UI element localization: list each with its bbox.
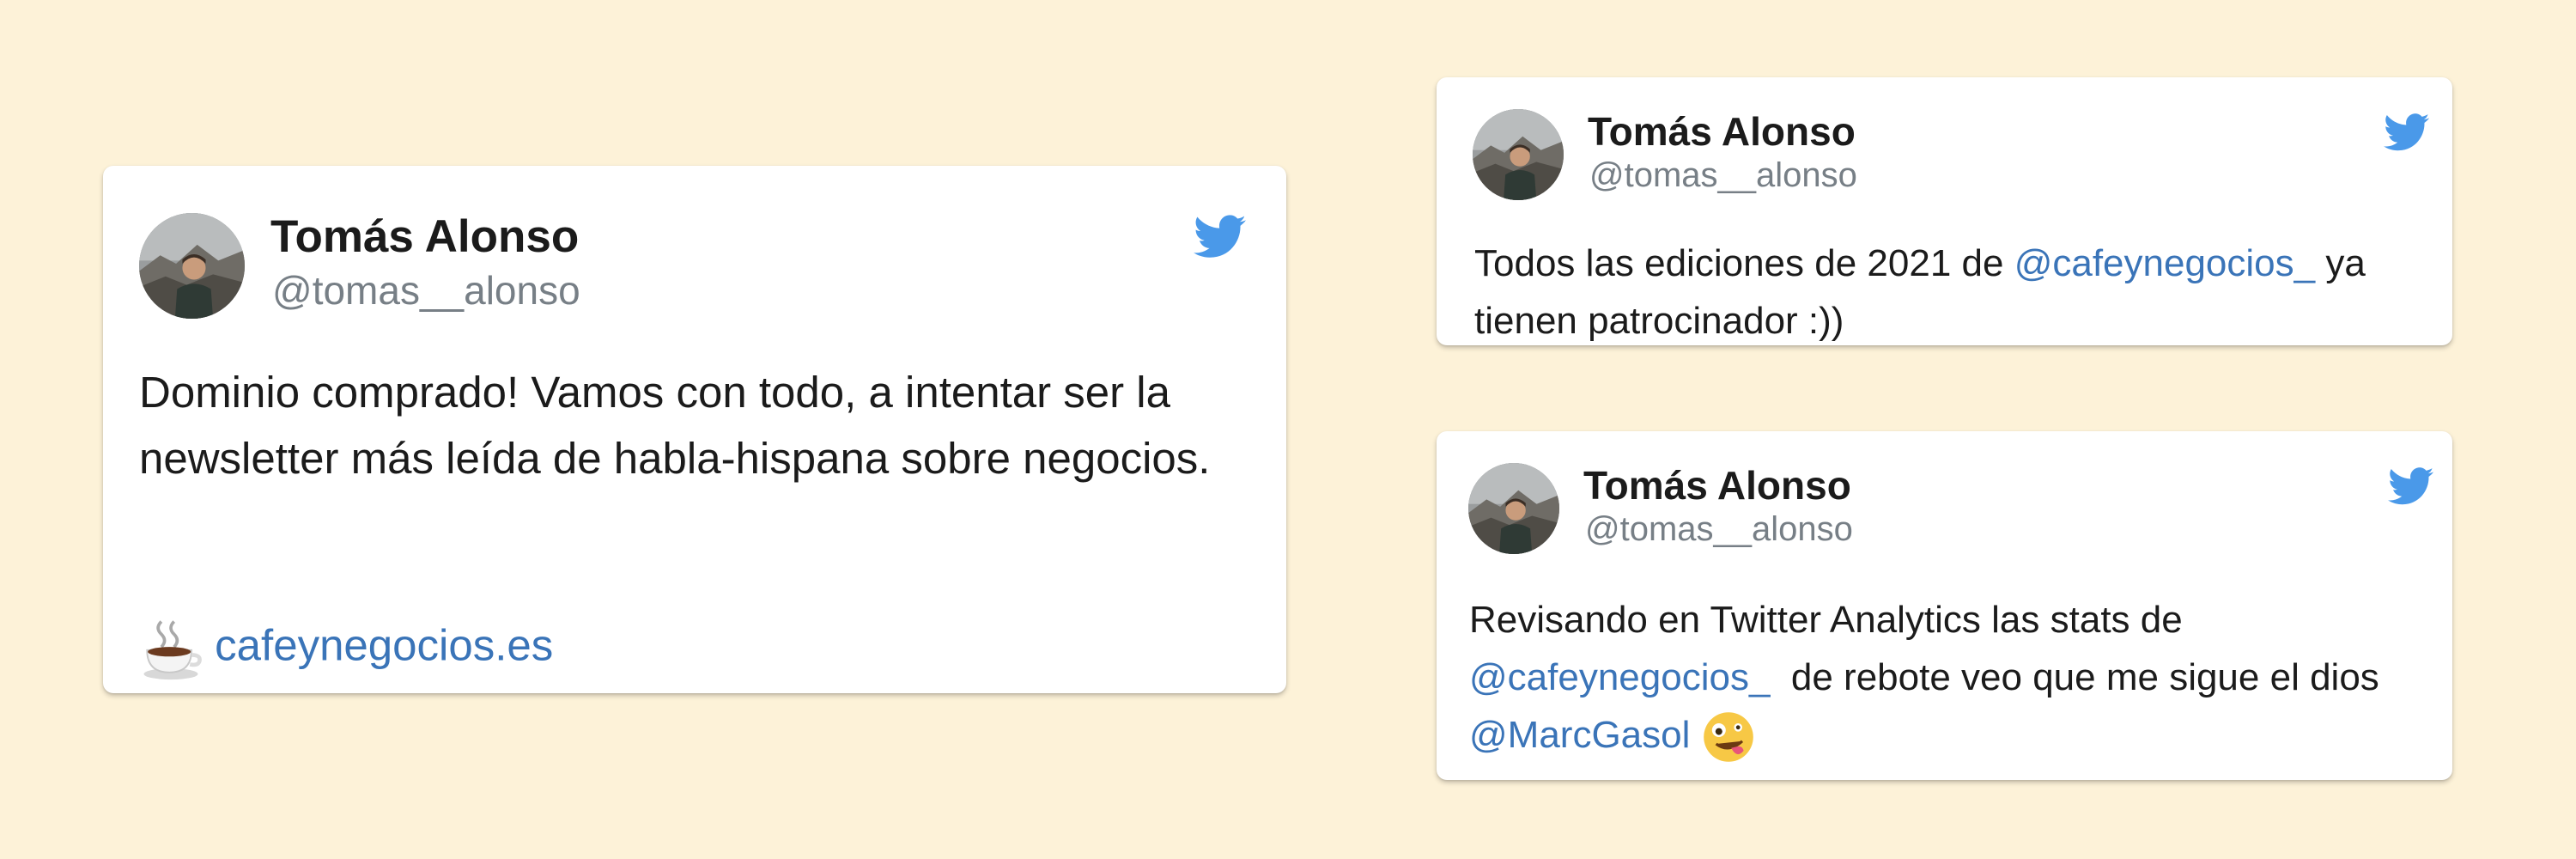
author-avatar[interactable] [1473,109,1564,200]
tweet-text-start: Revisando en Twitter Analytics las stats… [1469,599,2183,641]
hot-beverage-emoji-icon [139,617,203,680]
mention-marcgasol[interactable]: @MarcGasol [1469,714,1690,756]
author-name[interactable]: Tomás Alonso [270,210,579,263]
tweet-card-analytics[interactable]: Tomás Alonso @tomas__alonso Revisando en… [1437,431,2452,780]
author-handle[interactable]: @tomas__alonso [1589,156,1857,195]
tweet-link-line: cafeynegocios.es [139,617,553,680]
tweet-text: Revisando en Twitter Analytics las stats… [1469,591,2431,765]
tweet-card-sponsor[interactable]: Tomás Alonso @tomas__alonso Todos las ed… [1437,77,2452,345]
author-name[interactable]: Tomás Alonso [1583,462,1851,509]
mention-cafeynegocios[interactable]: @cafeynegocios_ [1469,656,1770,698]
twitter-bird-icon[interactable] [2384,113,2430,152]
author-avatar[interactable] [1468,463,1559,554]
author-avatar[interactable] [139,213,245,319]
author-name[interactable]: Tomás Alonso [1588,108,1856,155]
tweet-card-domain[interactable]: Tomás Alonso @tomas__alonso Dominio comp… [103,166,1286,693]
zany-face-emoji-icon [1701,710,1756,765]
website-link[interactable]: cafeynegocios.es [215,620,553,669]
author-handle[interactable]: @tomas__alonso [272,267,580,314]
author-handle[interactable]: @tomas__alonso [1585,510,1853,549]
tweet-text: Dominio comprado! Vamos con todo, a inte… [139,368,1211,483]
twitter-bird-icon[interactable] [2388,467,2434,506]
tweet-text-middle: de rebote veo que me sigue el dios [1770,656,2391,698]
mention-cafeynegocios[interactable]: @cafeynegocios_ [2014,242,2315,284]
twitter-bird-icon[interactable] [1194,215,1247,259]
tweet-text-start: Todos las ediciones de 2021 de [1474,242,2014,284]
tweet-text: Todos las ediciones de 2021 de @cafeyneg… [1474,235,2427,345]
